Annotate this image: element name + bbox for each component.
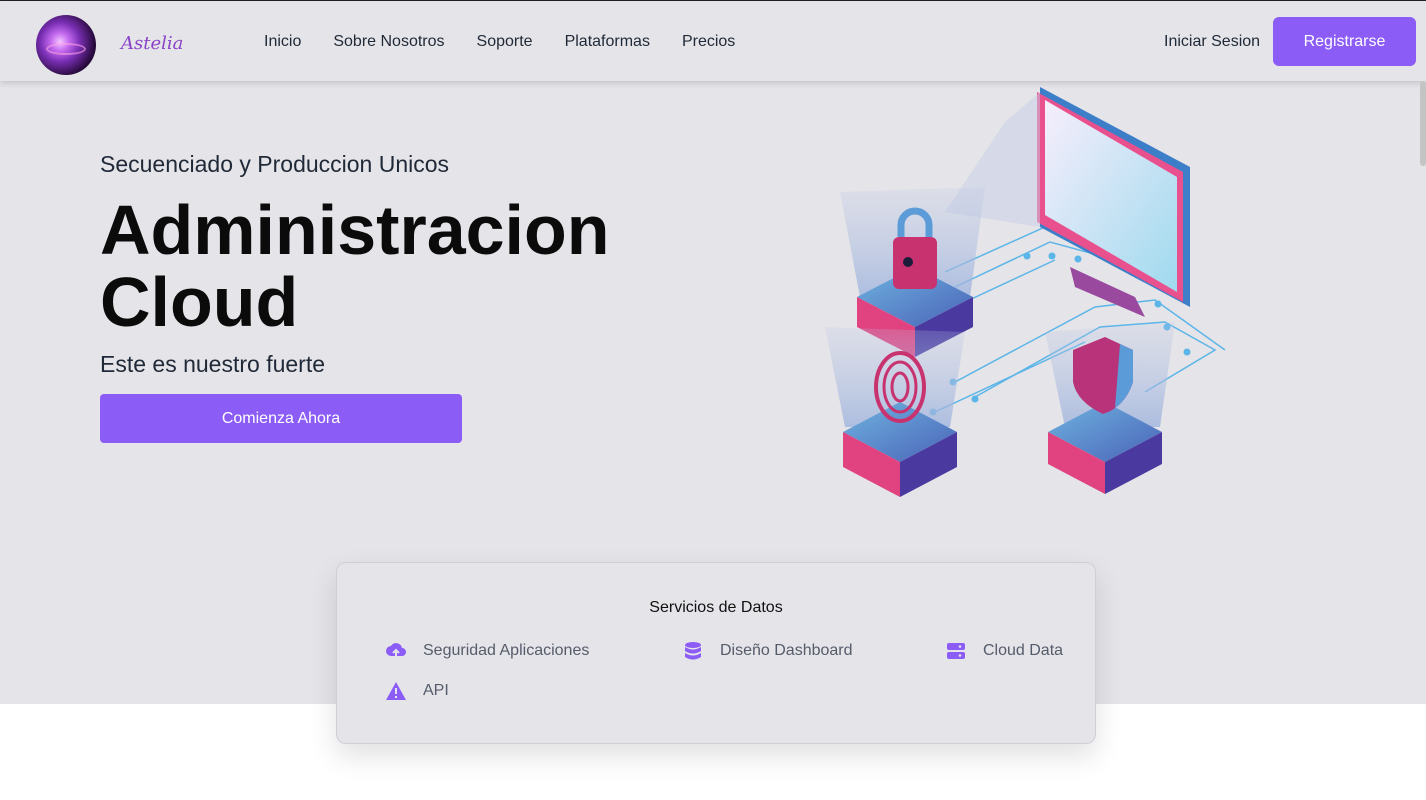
service-item-seguridad[interactable]: Seguridad Aplicaciones	[385, 640, 589, 662]
nav-item-plataformas[interactable]: Plataformas	[565, 33, 650, 51]
service-item-cloud-data[interactable]: Cloud Data	[945, 640, 1063, 662]
shield-pedestal	[1045, 322, 1175, 494]
services-card: Servicios de Datos Seguridad Aplicacione…	[336, 562, 1096, 744]
page-scrollbar[interactable]	[1420, 81, 1426, 166]
cloud-upload-icon	[385, 640, 407, 662]
service-label: Seguridad Aplicaciones	[423, 642, 590, 659]
hero-subtitle: Secuenciado y Produccion Unicos	[100, 151, 450, 177]
cloud-security-illustration	[825, 87, 1226, 497]
brand-name[interactable]: Astelia	[121, 33, 183, 54]
hero-title-line2: Cloud	[100, 263, 299, 341]
hero-title-line1: Administracion	[100, 191, 610, 269]
database-icon	[682, 640, 704, 662]
login-link[interactable]: Iniciar Sesion	[1164, 33, 1260, 51]
nav-item-inicio[interactable]: Inicio	[264, 33, 301, 51]
nav-item-sobre-nosotros[interactable]: Sobre Nosotros	[333, 33, 444, 51]
main-nav: Inicio Sobre Nosotros Soporte Plataforma…	[264, 33, 735, 51]
fingerprint-pedestal	[825, 327, 965, 497]
nav-item-precios[interactable]: Precios	[682, 33, 735, 51]
triangle-warning-icon	[385, 680, 407, 702]
logo-ring-decoration	[46, 43, 86, 55]
service-label: API	[423, 682, 449, 699]
service-item-api[interactable]: API	[385, 680, 449, 702]
services-title: Servicios de Datos	[649, 599, 783, 616]
brand-logo-image[interactable]	[36, 15, 96, 75]
service-label: Diseño Dashboard	[720, 642, 853, 659]
hero-tagline: Este es nuestro fuerte	[100, 351, 326, 377]
start-now-button[interactable]: Comienza Ahora	[100, 394, 462, 443]
service-label: Cloud Data	[983, 642, 1064, 659]
service-item-dashboard[interactable]: Diseño Dashboard	[682, 640, 853, 662]
register-button[interactable]: Registrarse	[1273, 17, 1416, 66]
site-header: Astelia Inicio Sobre Nosotros Soporte Pl…	[0, 1, 1426, 81]
nav-item-soporte[interactable]: Soporte	[477, 33, 533, 51]
server-icon	[945, 640, 967, 662]
hero-title: Administracion Cloud	[100, 194, 720, 338]
